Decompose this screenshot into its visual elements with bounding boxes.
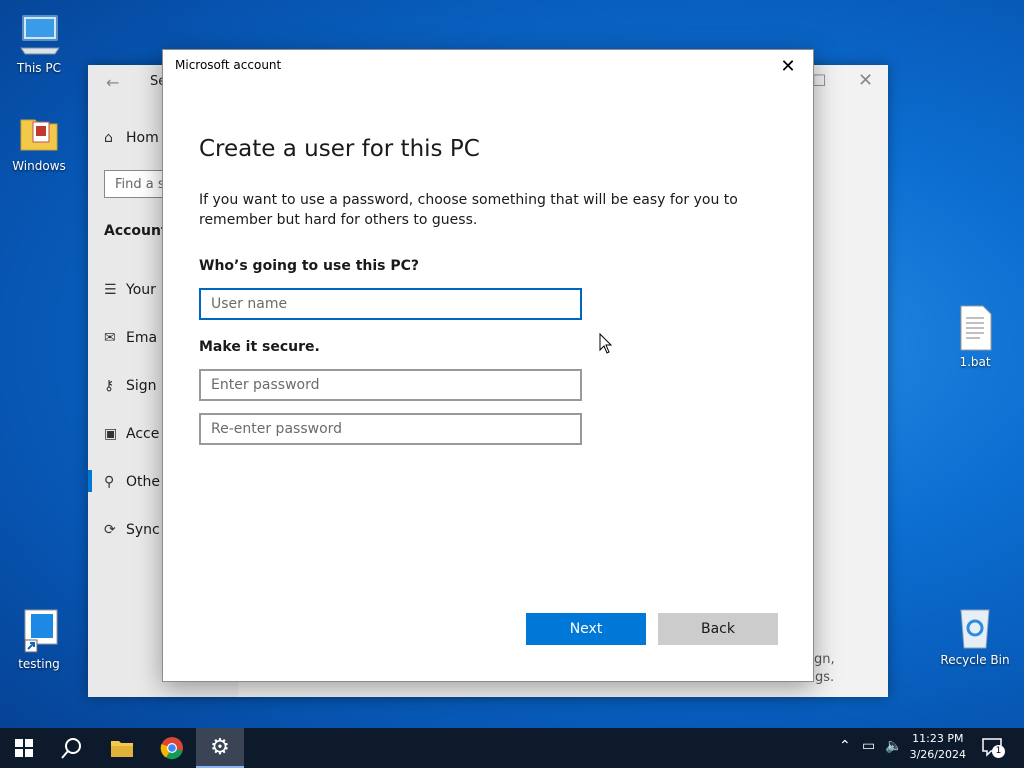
partial-text: gs. [815,670,835,685]
desktop-icon-label: testing [18,657,60,671]
desktop-icon-windows-folder[interactable]: Windows [2,108,76,173]
mail-icon: ✉ [104,330,116,346]
recycle-bin-icon [951,602,999,650]
sidebar-item-sign-in[interactable]: ⚷ Sign [104,378,157,394]
sidebar-item-your-info[interactable]: ☰ Your [104,282,156,298]
search-button[interactable] [48,728,96,768]
sidebar-item-other-users[interactable]: ⚲ Othe [104,474,160,490]
sidebar-item-label: Sign [126,378,157,394]
desktop-icon-label: This PC [17,61,61,75]
key-icon: ⚷ [104,378,115,394]
microsoft-account-dialog: Microsoft account ✕ Create a user for th… [162,49,814,682]
sidebar-item-label: Hom [126,130,159,146]
chrome-icon [160,737,183,760]
partial-text: gn, [814,652,835,667]
close-icon: ✕ [780,56,796,77]
desktop-icon-label: 1.bat [959,355,991,369]
sidebar-item-label: Othe [126,474,160,490]
person-add-icon: ⚲ [104,474,115,490]
computer-icon [15,10,63,58]
clock[interactable]: 11:23 PM 3/26/2024 [910,731,966,763]
file-icon [951,304,999,352]
gear-icon: ⚙ [210,734,230,760]
clock-time: 11:23 PM [912,732,964,745]
username-input[interactable] [199,288,582,320]
sidebar-item-label: Sync [126,522,160,538]
start-button[interactable] [0,728,48,768]
secure-section-label: Make it secure. [199,339,320,355]
mouse-cursor-icon [599,332,613,359]
user-section-label: Who’s going to use this PC? [199,258,420,274]
reenter-password-input[interactable] [199,413,582,445]
folder-icon [15,108,63,156]
desktop-icon-this-pc[interactable]: This PC [2,10,76,75]
search-icon [61,738,81,759]
desktop-icon-1bat[interactable]: 1.bat [938,304,1012,369]
user-info-icon: ☰ [104,282,117,298]
desktop-icon-testing[interactable]: testing [2,606,76,671]
dialog-title: Microsoft account [175,58,282,72]
desktop-icon-label: Recycle Bin [940,653,1010,667]
password-input[interactable] [199,369,582,401]
taskbar: ⚙ ⌃ ▭ 🔈 11:23 PM 3/26/2024 1 [0,728,1024,768]
notification-badge: 1 [992,745,1005,758]
page-title: Create a user for this PC [199,136,480,162]
sidebar-item-label: Ema [126,330,158,346]
chevron-up-icon[interactable]: ⌃ [839,738,851,754]
windows-logo-icon [15,739,33,757]
dialog-close-button[interactable]: ✕ [773,54,803,80]
search-placeholder: Find a s [115,177,165,192]
desktop-icon-label: Windows [12,159,66,173]
volume-muted-icon[interactable]: 🔈 [885,738,902,754]
briefcase-icon: ▣ [104,426,118,442]
sidebar-item-email[interactable]: ✉ Ema [104,330,157,346]
next-button[interactable]: Next [526,613,646,645]
notification-center-button[interactable]: 1 [980,736,1010,760]
folder-icon [111,741,133,757]
close-icon[interactable]: ✕ [858,70,873,91]
network-icon[interactable]: ▭ [862,738,875,754]
sidebar-item-home[interactable]: ⌂ Hom [104,130,159,146]
sync-icon: ⟳ [104,522,116,538]
home-icon: ⌂ [104,130,113,146]
back-arrow-icon[interactable]: ← [106,73,119,92]
selected-indicator [88,470,92,492]
back-button[interactable]: Back [658,613,778,645]
sidebar-item-label: Acce [126,426,160,442]
sidebar-item-sync[interactable]: ⟳ Sync [104,522,160,538]
maximize-icon[interactable]: ☐ [812,71,826,90]
file-explorer-button[interactable] [98,728,146,768]
chrome-button[interactable] [148,728,196,768]
sidebar-item-label: Your [126,282,156,298]
description-text: If you want to use a password, choose so… [199,192,738,228]
sidebar-item-access[interactable]: ▣ Acce [104,426,159,442]
shortcut-icon [15,606,63,654]
clock-date: 3/26/2024 [909,748,966,761]
settings-taskbar-button[interactable]: ⚙ [196,728,244,768]
desktop-icon-recycle-bin[interactable]: Recycle Bin [938,602,1012,667]
